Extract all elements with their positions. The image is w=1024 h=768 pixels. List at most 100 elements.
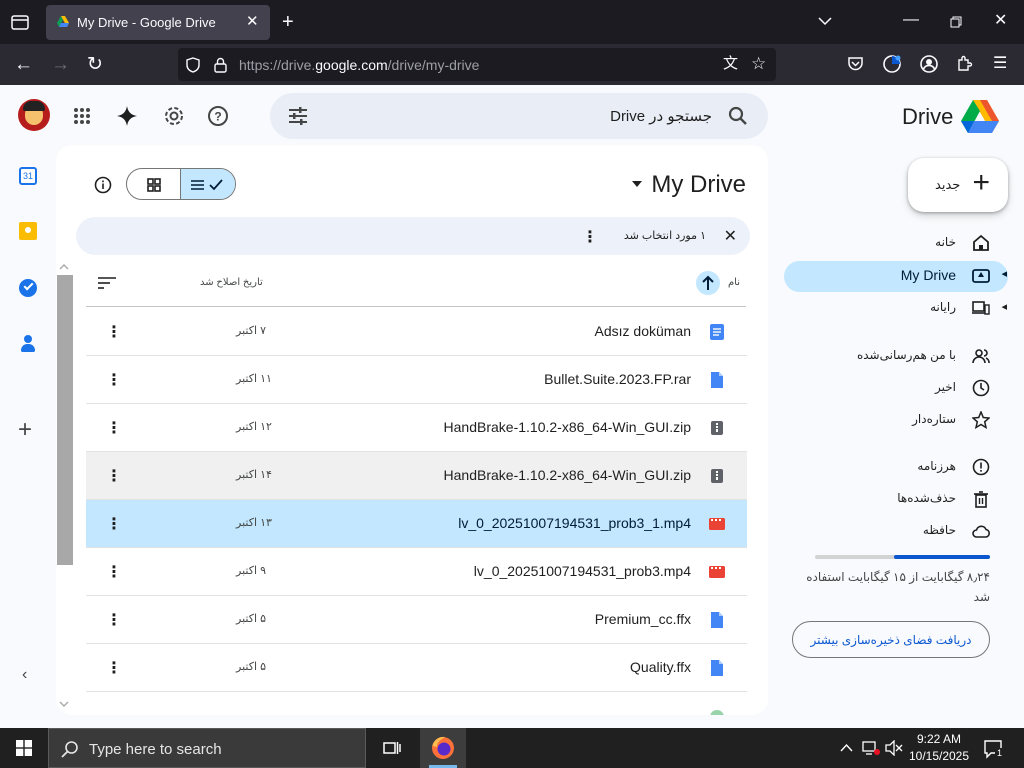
expand-arrow-icon[interactable]: ◂ (1001, 300, 1007, 313)
info-icon[interactable] (94, 176, 112, 194)
chevron-down-icon[interactable] (818, 16, 832, 26)
new-tab-icon[interactable]: + (282, 12, 294, 32)
lock-icon[interactable] (214, 57, 227, 73)
column-modified[interactable]: تاریخ اصلاح شد (200, 277, 263, 288)
calendar-icon[interactable]: 31 (14, 163, 42, 191)
network-icon[interactable] (862, 740, 880, 756)
add-app-icon[interactable]: + (18, 418, 32, 442)
scroll-up-icon[interactable] (59, 264, 69, 270)
grid-view-icon[interactable] (147, 178, 161, 192)
sidebar-item-home[interactable]: خانه (784, 228, 1008, 259)
tab-list-icon[interactable] (11, 13, 29, 31)
scroll-down-icon[interactable] (59, 701, 69, 707)
sidebar-item-recent[interactable]: اخیر (784, 373, 1008, 404)
table-row-partial[interactable] (86, 692, 747, 715)
row-more-icon[interactable]: ⋮ (106, 466, 122, 486)
avatar[interactable] (18, 99, 50, 131)
close-window-icon[interactable]: ✕ (994, 13, 1007, 29)
sidebar-item-trash[interactable]: حذف‌شده‌ها (784, 484, 1008, 515)
sidebar-item-spam[interactable]: هرزنامه (784, 452, 1008, 483)
new-button[interactable]: جدید + (908, 158, 1008, 212)
extension-colored-icon[interactable] (882, 54, 902, 74)
table-row-selected[interactable]: ⋮ ۱۳ اکتبر lv_0_20251007194531_prob3_1.m… (86, 500, 747, 548)
selection-count: ۱ مورد انتخاب شد (623, 230, 706, 242)
bookmark-star-icon[interactable]: ☆ (751, 55, 766, 72)
search-icon[interactable] (728, 106, 748, 126)
column-name[interactable]: نام (728, 277, 740, 288)
sidebar-item-storage[interactable]: حافظه (784, 516, 1008, 547)
sidebar-item-my-drive[interactable]: My Drive ◂ (784, 261, 1008, 292)
row-more-icon[interactable]: ⋮ (106, 370, 122, 390)
row-more-icon[interactable]: ⋮ (106, 610, 122, 630)
forward-icon[interactable]: → (51, 55, 70, 74)
sidebar-item-shared[interactable]: با من هم‌رسانی‌شده (784, 341, 1008, 372)
row-more-icon[interactable]: ⋮ (106, 322, 122, 342)
gemini-sparkle-icon[interactable] (116, 105, 138, 127)
taskbar-search-input[interactable]: Type here to search (89, 741, 222, 758)
back-icon[interactable]: ← (14, 55, 33, 74)
row-date: ۹ اکتبر (236, 565, 266, 577)
scrollbar[interactable] (56, 275, 74, 565)
taskbar-firefox-button[interactable] (420, 728, 466, 768)
translate-icon[interactable]: 文 (723, 56, 738, 71)
scrollbar-thumb[interactable] (57, 275, 73, 565)
apps-grid-icon[interactable] (73, 107, 91, 125)
tasks-icon[interactable] (14, 274, 42, 302)
url-text[interactable]: https://drive.google.com/drive/my-drive (239, 57, 479, 73)
table-row[interactable]: ⋮ ۱۴ اکتبر HandBrake-1.10.2-x86_64-Win_G… (86, 452, 747, 500)
reload-icon[interactable]: ↻ (87, 55, 103, 74)
restore-icon[interactable] (950, 16, 962, 28)
browser-tab-active[interactable]: My Drive - Google Drive ✕ (46, 5, 270, 40)
table-row[interactable]: ⋮ ۱۲ اکتبر HandBrake-1.10.2-x86_64-Win_G… (86, 404, 747, 452)
account-icon[interactable] (919, 54, 939, 74)
sort-direction-button[interactable] (696, 271, 720, 295)
title-dropdown-icon[interactable] (632, 181, 642, 187)
pocket-icon[interactable] (847, 56, 864, 72)
video-icon (709, 518, 725, 530)
computers-icon (972, 301, 990, 315)
shield-icon[interactable] (186, 57, 200, 73)
expand-arrow-icon[interactable]: ◂ (1001, 267, 1007, 280)
taskbar-search[interactable]: Type here to search (48, 728, 366, 768)
row-more-icon[interactable]: ⋮ (106, 658, 122, 678)
table-row[interactable]: ⋮ ۵ اکتبر Premium_cc.ffx (86, 596, 747, 644)
search-input[interactable]: جستجو در Drive (610, 107, 712, 125)
table-row[interactable]: ⋮ ۱۱ اکتبر Bullet.Suite.2023.FP.rar (86, 356, 747, 404)
volume-muted-icon[interactable] (885, 740, 903, 756)
get-more-storage-button[interactable]: دریافت فضای ذخیره‌سازی بیشتر (792, 621, 990, 658)
contacts-icon[interactable] (14, 330, 42, 358)
search-options-icon[interactable] (288, 106, 308, 126)
close-tab-icon[interactable]: ✕ (246, 14, 259, 29)
keep-icon[interactable] (14, 218, 42, 246)
row-more-icon[interactable]: ⋮ (106, 514, 122, 534)
help-icon[interactable]: ? (207, 105, 229, 127)
table-row[interactable]: ⋮ ۷ اکتبر Adsız doküman (86, 308, 747, 356)
collapse-panel-icon[interactable]: ‹ (22, 666, 27, 684)
task-view-icon[interactable] (383, 739, 401, 757)
table-row[interactable]: ⋮ ۵ اکتبر Quality.ffx (86, 644, 747, 692)
show-hidden-icons-icon[interactable] (840, 743, 853, 752)
settings-gear-icon[interactable] (163, 105, 185, 127)
row-name: HandBrake-1.10.2-x86_64-Win_GUI.zip (443, 419, 691, 435)
taskbar-clock[interactable]: 9:22 AM 10/15/2025 (908, 731, 970, 765)
search-bar[interactable]: جستجو در Drive (270, 93, 768, 139)
url-path: /drive/my-drive (387, 57, 480, 73)
row-more-icon[interactable]: ⋮ (106, 562, 122, 582)
notification-count: 1 (995, 748, 1005, 758)
url-bar[interactable]: https://drive.google.com/drive/my-drive … (178, 48, 776, 81)
minimize-icon[interactable]: — (903, 12, 919, 28)
windows-start-icon[interactable] (16, 740, 32, 756)
more-actions-icon[interactable]: ⋮ (582, 227, 598, 247)
extensions-puzzle-icon[interactable] (956, 55, 973, 72)
view-toggle[interactable] (126, 168, 236, 200)
menu-icon[interactable]: ☰ (993, 56, 1007, 72)
table-row[interactable]: ⋮ ۹ اکتبر lv_0_20251007194531_prob3.mp4 (86, 548, 747, 596)
list-view-button[interactable] (180, 169, 235, 199)
page-title[interactable]: My Drive (651, 171, 746, 199)
clear-selection-icon[interactable]: ✕ (724, 226, 737, 246)
clock-icon (972, 379, 990, 397)
sidebar-item-computers[interactable]: رایانه ◂ (784, 293, 1008, 324)
sort-options-icon[interactable] (98, 277, 116, 289)
sidebar-item-starred[interactable]: ستاره‌دار (784, 405, 1008, 436)
row-more-icon[interactable]: ⋮ (106, 418, 122, 438)
